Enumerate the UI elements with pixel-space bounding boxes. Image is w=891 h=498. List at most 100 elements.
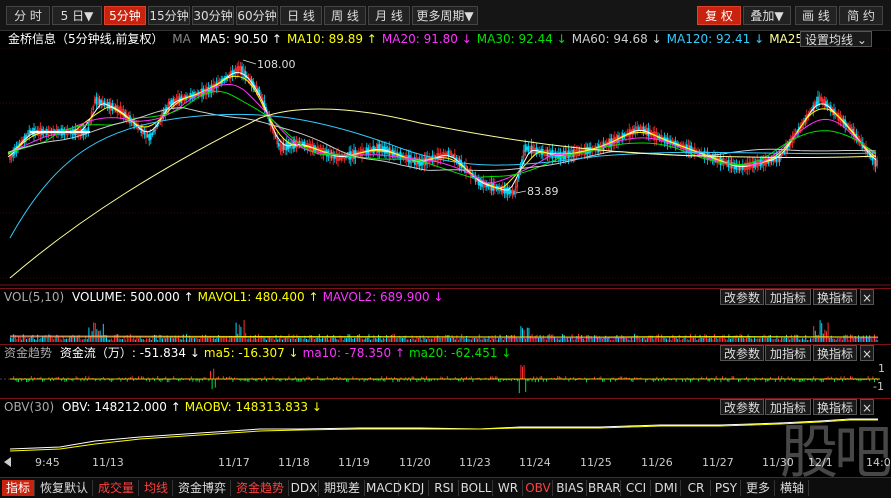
- panel-close-button[interactable]: ×: [860, 289, 874, 305]
- volume-bar: [813, 326, 815, 342]
- ma-value: MA120: 92.41 ↓: [666, 32, 765, 46]
- panel-button[interactable]: 改参数: [720, 399, 764, 415]
- indicator-tab[interactable]: BIAS: [554, 480, 587, 496]
- indicator-tab[interactable]: CCI: [622, 480, 651, 496]
- volume-bar: [626, 337, 627, 342]
- volume-bar: [851, 334, 853, 342]
- volume-bar: [35, 339, 37, 342]
- period-tab[interactable]: 5 日▼: [52, 6, 102, 25]
- panel-button[interactable]: 加指标: [765, 345, 811, 361]
- volume-bar: [384, 338, 386, 342]
- indicator-tab[interactable]: 指标: [2, 480, 35, 496]
- volume-bar: [214, 338, 216, 342]
- volume-bar: [624, 338, 626, 342]
- indicator-tab[interactable]: OBV: [524, 480, 553, 496]
- indicator-tab[interactable]: 均线: [140, 480, 173, 496]
- chevron-down-icon: ⌄: [856, 33, 867, 47]
- candle-body: [525, 146, 528, 151]
- volume-bar: [192, 337, 194, 342]
- period-tab[interactable]: 15分钟: [148, 6, 190, 25]
- volume-bar: [805, 335, 807, 342]
- period-tab[interactable]: 30分钟: [192, 6, 234, 25]
- volume-bar: [75, 336, 77, 342]
- panel-button[interactable]: 换指标: [813, 345, 857, 361]
- volume-bar: [374, 337, 376, 342]
- candle-body: [151, 132, 154, 136]
- volume-bar: [862, 335, 864, 342]
- period-tab[interactable]: 5分钟: [104, 6, 146, 25]
- fund-flow-bar: [472, 379, 474, 382]
- obv-chart[interactable]: [0, 415, 891, 455]
- indicator-tab[interactable]: RSI: [430, 480, 459, 496]
- volume-bar: [494, 334, 496, 342]
- fund-flow-bar: [192, 379, 194, 382]
- period-tab[interactable]: 更多周期▼: [412, 6, 478, 25]
- indicator-tab[interactable]: DMI: [652, 480, 681, 496]
- volume-bar: [731, 337, 733, 342]
- period-tab[interactable]: 60分钟: [236, 6, 278, 25]
- volume-bar: [16, 338, 18, 342]
- volume-bar: [518, 338, 520, 342]
- indicator-tab[interactable]: 横轴: [776, 480, 809, 496]
- volume-bar: [94, 322, 96, 342]
- ma-settings-button[interactable]: 设置均线 ⌄: [800, 31, 872, 47]
- volume-bar: [394, 334, 395, 342]
- indicator-tab[interactable]: BOLL: [460, 480, 493, 496]
- panel-close-button[interactable]: ×: [860, 345, 874, 361]
- fund-flow-bar: [614, 379, 616, 382]
- fund-flow-bar: [232, 379, 234, 382]
- period-tab[interactable]: 周 线: [324, 6, 366, 25]
- period-toolbar: 分 时5 日▼ 5分钟 15分钟 30分钟 60分钟日 线周 线月 线更多周期▼ 复 权叠…: [0, 0, 891, 31]
- indicator-tab[interactable]: 资金博弈: [174, 480, 231, 496]
- volume-bar: [221, 337, 223, 342]
- indicator-tab[interactable]: 期现差: [320, 480, 365, 496]
- fund-flow-bar: [214, 379, 216, 388]
- volume-bar: [726, 339, 728, 342]
- volume-chart[interactable]: [0, 306, 891, 344]
- indicator-tab[interactable]: KDJ: [400, 480, 429, 496]
- volume-bar: [256, 339, 258, 342]
- indicator-tab[interactable]: CR: [682, 480, 711, 496]
- fund-flow-bar: [64, 379, 66, 382]
- indicator-tab[interactable]: MACD: [366, 480, 402, 496]
- toolbar-right-button[interactable]: 复 权: [697, 6, 741, 25]
- ma-value: MA20: 91.80 ↓: [381, 32, 472, 46]
- time-axis-label: 9:45: [35, 456, 60, 469]
- toolbar-right-button[interactable]: 叠加▼: [743, 6, 791, 25]
- toolbar-right-button[interactable]: 画 线: [795, 6, 837, 25]
- indicator-tab[interactable]: 恢复默认: [36, 480, 93, 496]
- indicator-tab[interactable]: BRAR: [588, 480, 621, 496]
- axis-scroll-left-arrow[interactable]: [4, 457, 11, 467]
- volume-bar: [802, 338, 803, 342]
- panel-button[interactable]: 改参数: [720, 345, 764, 361]
- period-tab[interactable]: 分 时: [6, 6, 50, 25]
- panel-button[interactable]: 改参数: [720, 289, 764, 305]
- indicator-tab[interactable]: WR: [494, 480, 523, 496]
- indicator-tab[interactable]: 成交量: [94, 480, 139, 496]
- fund-flow-chart[interactable]: [0, 361, 891, 397]
- volume-bar: [371, 339, 373, 342]
- indicator-tab[interactable]: 更多: [742, 480, 775, 496]
- volume-bar: [680, 339, 682, 342]
- candle-body: [100, 100, 103, 105]
- volume-bar: [171, 335, 173, 342]
- indicator-tab[interactable]: 资金趋势: [232, 480, 289, 496]
- indicator-tab[interactable]: DDX: [290, 480, 319, 496]
- time-axis-label: 11/24: [519, 456, 551, 469]
- volume-bar: [686, 339, 688, 342]
- period-tab[interactable]: 日 线: [280, 6, 322, 25]
- period-tab[interactable]: 月 线: [368, 6, 410, 25]
- volume-bar: [658, 334, 659, 342]
- candle-body: [420, 159, 423, 166]
- panel-button[interactable]: 加指标: [765, 289, 811, 305]
- volume-bar: [629, 339, 631, 342]
- ma-value: MA10: 89.89 ↑: [286, 32, 377, 46]
- volume-bar: [336, 339, 338, 342]
- candlestick-chart[interactable]: 108.00 83.89: [0, 48, 891, 286]
- panel-button[interactable]: 换指标: [813, 289, 857, 305]
- volume-bar: [414, 339, 416, 342]
- fund-flow-bar: [498, 379, 499, 382]
- toolbar-right-button[interactable]: 简 约: [839, 6, 883, 25]
- fund-flow-bar: [126, 379, 128, 382]
- indicator-tab[interactable]: PSY: [712, 480, 741, 496]
